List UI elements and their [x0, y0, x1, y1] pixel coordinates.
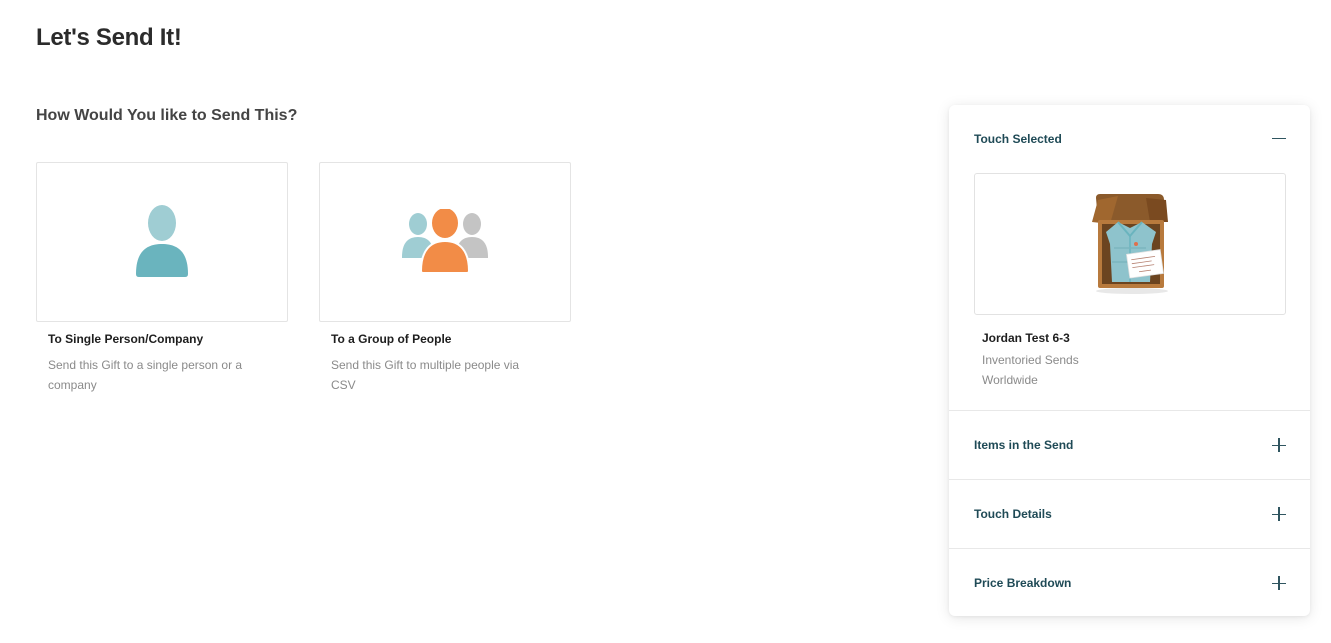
option-group-people-card[interactable] — [319, 162, 571, 322]
option-single-person-description: Send this Gift to a single person or a c… — [48, 358, 243, 392]
option-single-person-card[interactable] — [36, 162, 288, 322]
touch-image-frame — [974, 173, 1286, 315]
plus-icon[interactable] — [1272, 507, 1286, 521]
option-group-people-title: To a Group of People — [331, 332, 452, 346]
items-in-send-label: Items in the Send — [974, 438, 1074, 452]
touch-selected-body: Jordan Test 6-3 Inventoried Sends Worldw… — [949, 173, 1310, 410]
price-breakdown-label: Price Breakdown — [974, 576, 1072, 590]
plus-icon[interactable] — [1272, 438, 1286, 452]
touch-region: Worldwide — [982, 373, 1038, 387]
touch-details-header[interactable]: Touch Details — [949, 480, 1310, 548]
touch-name: Jordan Test 6-3 — [982, 331, 1070, 345]
minus-icon[interactable] — [1272, 132, 1286, 146]
option-group-people[interactable]: To a Group of People Send this Gift to m… — [319, 162, 571, 395]
touch-type: Inventoried Sends — [982, 353, 1079, 367]
page-title: Let's Send It! — [36, 24, 182, 51]
option-single-person[interactable]: To Single Person/Company Send this Gift … — [36, 162, 288, 395]
option-group-people-description: Send this Gift to multiple people via CS… — [331, 358, 520, 392]
touch-details-label: Touch Details — [974, 507, 1052, 521]
touch-selected-label: Touch Selected — [974, 131, 1062, 146]
send-summary-panel: Touch Selected Jordan Test 6-3 Inventori… — [949, 105, 1310, 616]
items-in-send-header[interactable]: Items in the Send — [949, 411, 1310, 479]
send-method-heading: How Would You like to Send This? — [36, 107, 298, 124]
send-page: Let's Send It! How Would You like to Sen… — [0, 0, 1331, 643]
option-single-person-title: To Single Person/Company — [48, 332, 204, 346]
single-person-icon — [136, 205, 188, 277]
gift-box-image — [1092, 194, 1168, 294]
price-breakdown-header[interactable]: Price Breakdown — [949, 549, 1310, 616]
plus-icon[interactable] — [1272, 576, 1286, 590]
touch-selected-header[interactable]: Touch Selected — [949, 105, 1310, 172]
group-people-icon — [402, 209, 488, 274]
